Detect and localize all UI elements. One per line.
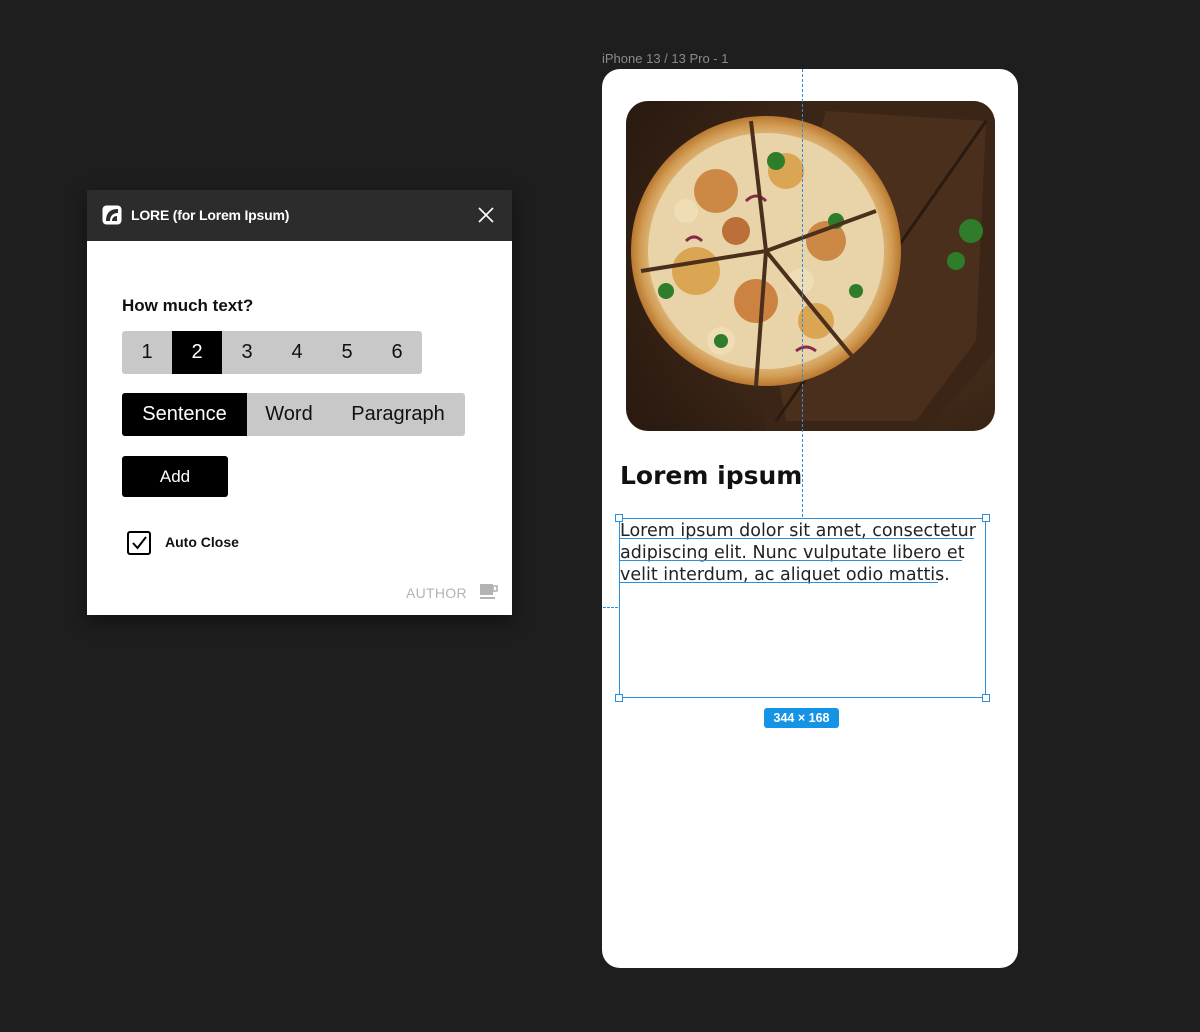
coffee-cup-icon[interactable]	[478, 582, 498, 602]
amount-selector: 123456	[122, 331, 422, 374]
edge-guide-horizontal	[603, 607, 618, 608]
close-icon[interactable]	[477, 206, 495, 224]
resize-handle-top-right[interactable]	[982, 514, 990, 522]
plugin-header: LORE (for Lorem Ipsum)	[87, 190, 512, 241]
lore-logo-icon	[102, 205, 122, 225]
author-link[interactable]: AUTHOR	[406, 585, 467, 601]
center-guide-vertical	[802, 69, 803, 517]
lore-plugin-window: LORE (for Lorem Ipsum) How much text? 12…	[87, 190, 512, 615]
amount-option-4[interactable]: 4	[272, 331, 322, 374]
resize-handle-bottom-right[interactable]	[982, 694, 990, 702]
auto-close-checkbox[interactable]	[127, 531, 151, 555]
frame-heading[interactable]: Lorem ipsum	[620, 461, 802, 490]
frame-label[interactable]: iPhone 13 / 13 Pro - 1	[602, 51, 728, 66]
amount-question-label: How much text?	[122, 296, 254, 315]
auto-close-label[interactable]: Auto Close	[165, 534, 239, 550]
plugin-title: LORE (for Lorem Ipsum)	[131, 207, 290, 223]
add-button[interactable]: Add	[122, 456, 228, 497]
amount-option-3[interactable]: 3	[222, 331, 272, 374]
amount-option-2[interactable]: 2	[172, 331, 222, 374]
unit-option-word[interactable]: Word	[247, 393, 331, 436]
selection-size-badge: 344 × 168	[764, 708, 839, 728]
amount-option-1[interactable]: 1	[122, 331, 172, 374]
selection-box[interactable]	[619, 518, 986, 698]
checkmark-icon	[132, 536, 147, 550]
resize-handle-bottom-left[interactable]	[615, 694, 623, 702]
amount-option-5[interactable]: 5	[322, 331, 372, 374]
pizza-image[interactable]	[626, 101, 995, 431]
unit-option-paragraph[interactable]: Paragraph	[331, 393, 465, 436]
resize-handle-top-left[interactable]	[615, 514, 623, 522]
unit-selector: Sentence Word Paragraph	[122, 393, 465, 436]
amount-option-6[interactable]: 6	[372, 331, 422, 374]
unit-option-sentence[interactable]: Sentence	[122, 393, 247, 436]
